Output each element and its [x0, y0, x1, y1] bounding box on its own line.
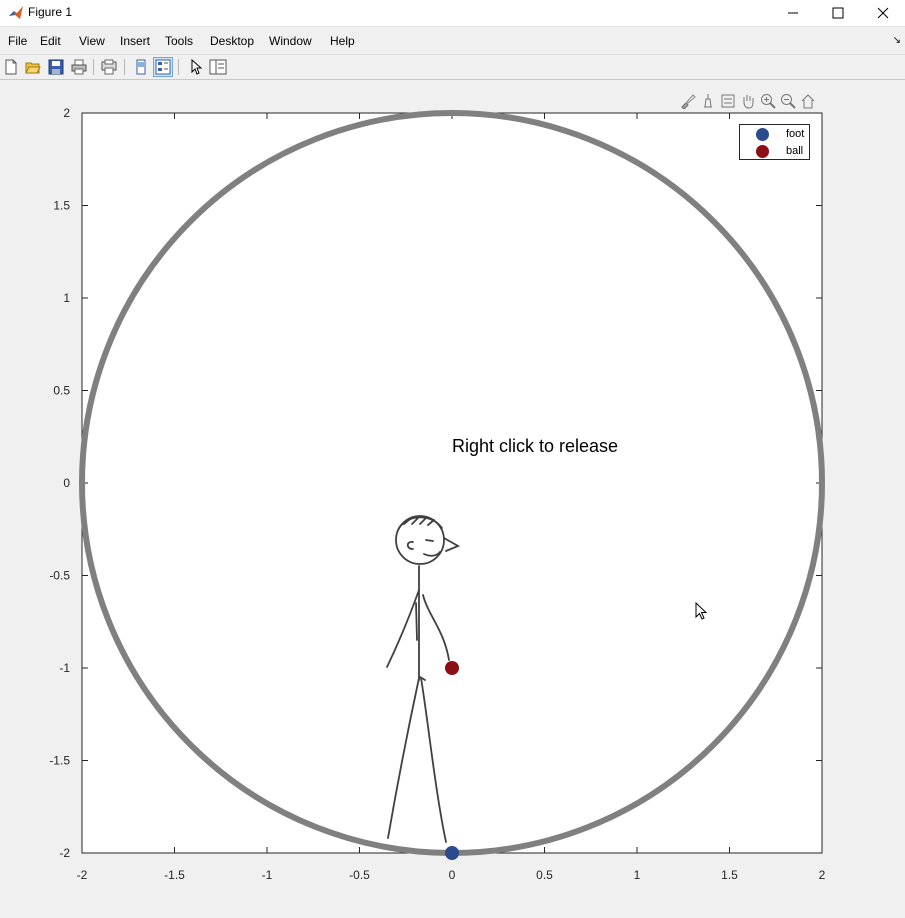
x-tick-labels: -2 -1.5 -1 -0.5 0 0.5 1 1.5 2 — [77, 868, 826, 882]
legend-entry-foot: foot — [740, 126, 811, 143]
y-tick-label: -1.5 — [49, 754, 70, 768]
ball-marker — [445, 661, 459, 675]
legend[interactable]: foot ball — [739, 124, 810, 160]
x-tick-label: -0.5 — [349, 868, 370, 882]
x-tick-label: 0.5 — [536, 868, 553, 882]
axes-background — [81, 112, 823, 854]
legend-entry-ball: ball — [740, 143, 811, 160]
y-tick-label: -1 — [59, 661, 70, 675]
y-tick-label: 0.5 — [53, 384, 70, 398]
x-tick-label: 1.5 — [721, 868, 738, 882]
x-tick-label: -2 — [77, 868, 88, 882]
legend-foot-label: foot — [786, 128, 805, 140]
x-tick-label: 0 — [449, 868, 456, 882]
foot-marker — [445, 846, 459, 860]
y-tick-label: -2 — [59, 846, 70, 860]
x-tick-label: 1 — [634, 868, 641, 882]
legend-ball-marker — [756, 145, 769, 158]
x-tick-label: -1 — [262, 868, 273, 882]
y-tick-label: -0.5 — [49, 569, 70, 583]
y-tick-label: 2 — [63, 106, 70, 120]
x-tick-label: 2 — [819, 868, 826, 882]
y-tick-labels: 2 1.5 1 0.5 0 -0.5 -1 -1.5 -2 — [49, 106, 70, 860]
y-tick-label: 1 — [63, 291, 70, 305]
y-tick-label: 0 — [63, 476, 70, 490]
y-tick-label: 1.5 — [53, 199, 70, 213]
legend-ball-label: ball — [786, 145, 804, 157]
release-instruction-text: Right click to release — [452, 436, 619, 456]
mouse-cursor-icon — [695, 602, 708, 620]
x-tick-label: -1.5 — [164, 868, 185, 882]
legend-foot-marker — [756, 128, 769, 141]
